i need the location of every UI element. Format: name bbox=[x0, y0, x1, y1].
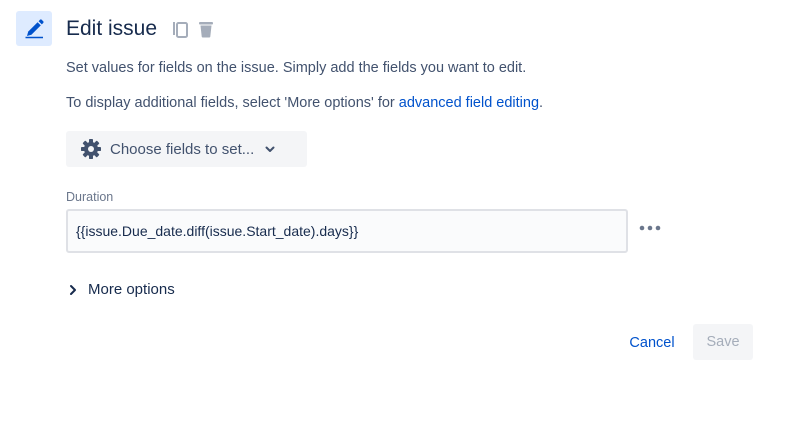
more-actions-icon[interactable] bbox=[637, 218, 663, 238]
duration-field-label: Duration bbox=[66, 190, 114, 204]
pencil-icon bbox=[23, 18, 45, 40]
advanced-field-editing-link[interactable]: advanced field editing bbox=[399, 95, 539, 111]
description-line-1: Set values for fields on the issue. Simp… bbox=[66, 60, 527, 76]
gear-icon bbox=[80, 138, 102, 160]
description-line-2-text: To display additional fields, select 'Mo… bbox=[66, 95, 399, 111]
chevron-down-icon bbox=[264, 142, 278, 156]
chevron-right-icon bbox=[66, 283, 80, 297]
more-options-label: More options bbox=[88, 281, 175, 298]
save-button[interactable]: Save bbox=[693, 324, 753, 360]
cancel-button[interactable]: Cancel bbox=[618, 326, 686, 360]
copy-icon[interactable] bbox=[171, 20, 189, 38]
choose-fields-label: Choose fields to set... bbox=[110, 140, 255, 158]
edit-issue-icon-tile bbox=[16, 11, 52, 46]
title-actions bbox=[171, 20, 215, 38]
trash-icon[interactable] bbox=[197, 20, 215, 38]
choose-fields-button[interactable]: Choose fields to set... bbox=[66, 131, 307, 167]
more-options-toggle[interactable]: More options bbox=[66, 281, 175, 298]
page-title: Edit issue bbox=[66, 17, 158, 40]
duration-field-input[interactable] bbox=[66, 209, 628, 253]
description-line-2-suffix: . bbox=[539, 95, 544, 111]
description-line-2: To display additional fields, select 'Mo… bbox=[66, 94, 543, 112]
